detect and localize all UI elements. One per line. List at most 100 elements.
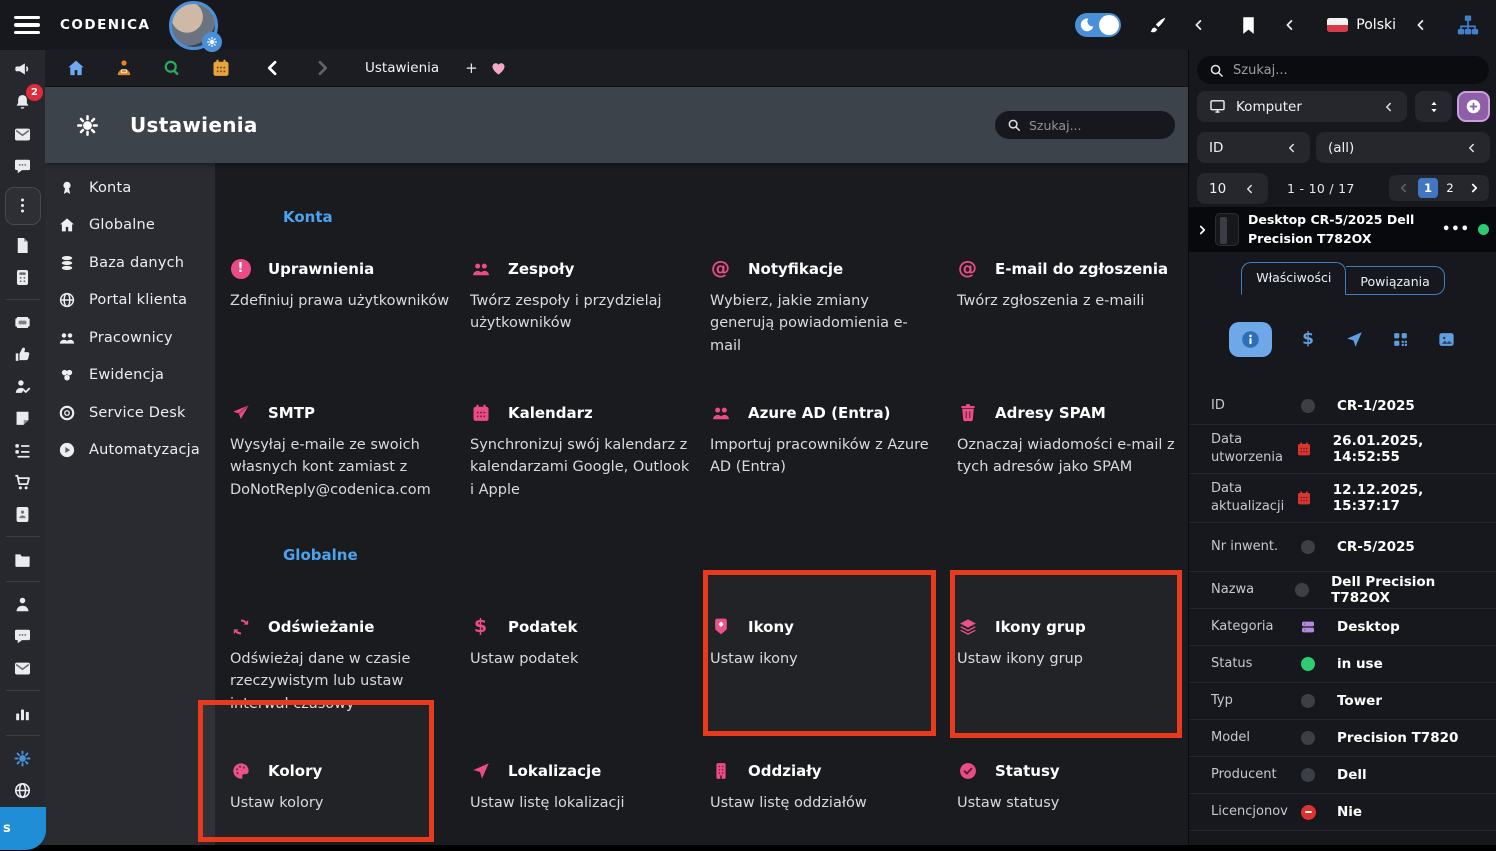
card-description: Importuj pracowników z Azure AD (Entra) bbox=[710, 434, 935, 479]
pagination-page-1[interactable]: 1 bbox=[1418, 178, 1438, 198]
settings-card-adresy-spam[interactable]: Adresy SPAMOznaczaj wiadomości e-mail z … bbox=[957, 402, 1182, 479]
web-icon[interactable] bbox=[0, 779, 45, 802]
forward-chevron-icon[interactable] bbox=[311, 57, 333, 79]
approvals-icon[interactable] bbox=[0, 343, 45, 366]
info-tab-button[interactable] bbox=[1229, 322, 1272, 357]
sidebar-item-globalne[interactable]: Globalne bbox=[45, 207, 215, 245]
settings-card-podatek[interactable]: $PodatekUstaw podatek bbox=[470, 616, 695, 670]
chat-icon[interactable] bbox=[0, 155, 45, 178]
favorite-heart-icon[interactable] bbox=[490, 60, 507, 77]
sidebar-item-konta[interactable]: Konta bbox=[45, 169, 215, 207]
settings-card-oddziały[interactable]: OddziałyUstaw listę oddziałów bbox=[710, 760, 935, 814]
home-icon[interactable] bbox=[65, 57, 87, 79]
property-value: Tower bbox=[1337, 693, 1382, 709]
property-row-data-utworzenia: Data utworzenia26.01.2025, 14:52:55 bbox=[1189, 425, 1496, 474]
settings-card-uprawnienia[interactable]: !UprawnieniaZdefiniuj prawa użytkowników bbox=[230, 258, 455, 312]
files-icon[interactable] bbox=[0, 548, 45, 571]
calendar-icon[interactable] bbox=[210, 57, 232, 79]
settings-card-smtp[interactable]: SMTPWysyłaj e-maile ze swoich własnych k… bbox=[230, 402, 455, 501]
chevron-left-icon[interactable] bbox=[1192, 18, 1206, 32]
search-icon[interactable] bbox=[161, 57, 183, 79]
messages-icon[interactable] bbox=[0, 625, 45, 648]
tasks-icon[interactable] bbox=[0, 439, 45, 462]
value-filter-select[interactable]: (all) bbox=[1316, 132, 1490, 163]
sidebar-item-baza-danych[interactable]: Baza danych bbox=[45, 244, 215, 282]
back-chevron-icon[interactable] bbox=[262, 57, 284, 79]
sidebar-item-label: Globalne bbox=[89, 217, 155, 233]
page-search[interactable] bbox=[995, 111, 1175, 139]
sidebar-item-service-desk[interactable]: Service Desk bbox=[45, 394, 215, 432]
chat-widget-button[interactable]: s bbox=[0, 807, 46, 850]
qr-tab-button[interactable] bbox=[1390, 330, 1410, 350]
dark-mode-toggle[interactable] bbox=[1075, 13, 1121, 37]
bookmark-icon[interactable] bbox=[1238, 15, 1259, 36]
add-tab-icon[interactable]: + bbox=[465, 59, 478, 77]
settings-card-zespoły[interactable]: ZespołyTwórz zespoły i przydzielaj użytk… bbox=[470, 258, 695, 335]
page-search-input[interactable] bbox=[1029, 118, 1163, 133]
language-label[interactable]: Polski bbox=[1356, 17, 1396, 33]
assignments-icon[interactable] bbox=[0, 375, 45, 398]
tab-powiazania[interactable]: Powiązania bbox=[1346, 266, 1444, 295]
pagination-page-2[interactable]: 2 bbox=[1440, 178, 1460, 198]
page-size-select[interactable]: 10 bbox=[1197, 173, 1268, 204]
panel-search-input[interactable] bbox=[1233, 63, 1477, 78]
sidebar-item-label: Ewidencja bbox=[89, 367, 164, 383]
tab-wlasciwosci[interactable]: Właściwości bbox=[1241, 262, 1346, 295]
chevron-left-icon[interactable] bbox=[1414, 18, 1428, 32]
worker-icon[interactable] bbox=[113, 57, 135, 79]
finance-tab-button[interactable]: $ bbox=[1298, 330, 1318, 350]
notes-icon[interactable] bbox=[0, 407, 45, 430]
pagination-prev-icon[interactable] bbox=[1392, 177, 1416, 199]
settings-card-lokalizacje[interactable]: LokalizacjeUstaw listę lokalizacji bbox=[470, 760, 695, 814]
chevron-left-icon[interactable] bbox=[1283, 18, 1297, 32]
sidebar-item-portal-klienta[interactable]: Portal klienta bbox=[45, 282, 215, 320]
sidebar-item-label: Automatyzacja bbox=[89, 442, 200, 458]
settings-card-kalendarz[interactable]: KalendarzSynchronizuj swój kalendarz z k… bbox=[470, 402, 695, 501]
pagination-next-icon[interactable] bbox=[1462, 177, 1486, 199]
breadcrumb[interactable]: Ustawienia bbox=[365, 60, 439, 76]
asset-list-item[interactable]: Desktop CR-5/2025 Dell Precision T782OX … bbox=[1189, 207, 1496, 252]
sidebar-item-pracownicy[interactable]: Pracownicy bbox=[45, 319, 215, 357]
settings-card-azure-ad-entra-[interactable]: Azure AD (Entra)Importuj pracowników z A… bbox=[710, 402, 935, 479]
image-tab-button[interactable] bbox=[1436, 330, 1456, 350]
dot-icon bbox=[1295, 731, 1321, 745]
hamburger-menu-icon[interactable] bbox=[14, 16, 40, 34]
tickets-icon[interactable] bbox=[0, 311, 45, 334]
email-icon[interactable] bbox=[0, 657, 45, 680]
type-filter-select[interactable]: Komputer bbox=[1197, 91, 1407, 122]
property-value: Nie bbox=[1337, 804, 1362, 820]
database-icon bbox=[58, 254, 76, 272]
settings-card-ikony-grup[interactable]: Ikony grupUstaw ikony grup bbox=[957, 616, 1182, 670]
more-actions-icon[interactable]: ••• bbox=[1442, 222, 1470, 237]
settings-card-ikony[interactable]: IkonyUstaw ikony bbox=[710, 616, 935, 670]
id-filter-select[interactable]: ID bbox=[1197, 132, 1310, 163]
sidebar-item-automatyzacja[interactable]: Automatyzacja bbox=[45, 432, 215, 470]
devices-icon[interactable] bbox=[0, 266, 45, 289]
users-icon bbox=[58, 329, 76, 347]
sidebar-item-ewidencja[interactable]: Ewidencja bbox=[45, 357, 215, 395]
users-icon[interactable] bbox=[0, 593, 45, 616]
settings-card-e-mail-do-zgłoszenia[interactable]: @E-mail do zgłoszeniaTwórz zgłoszenia z … bbox=[957, 258, 1182, 312]
expand-chevron-icon[interactable] bbox=[1196, 224, 1208, 236]
notifications-icon[interactable]: 2 bbox=[0, 91, 45, 114]
settings-card-notyfikacje[interactable]: @NotyfikacjeWybierz, jakie zmiany generu… bbox=[710, 258, 935, 357]
settings-icon[interactable] bbox=[0, 747, 45, 770]
reports-icon[interactable] bbox=[0, 702, 45, 725]
settings-card-statusy[interactable]: StatusyUstaw statusy bbox=[957, 760, 1182, 814]
settings-card-odświeżanie[interactable]: OdświeżanieOdświeżaj dane w czasie rzecz… bbox=[230, 616, 455, 715]
panel-search[interactable] bbox=[1197, 56, 1489, 84]
user-avatar[interactable] bbox=[169, 1, 218, 50]
location-tab-button[interactable] bbox=[1344, 330, 1364, 350]
orders-icon[interactable] bbox=[0, 471, 45, 494]
property-row-nr-inwent-: Nr inwent.CR-5/2025 bbox=[1189, 523, 1496, 572]
theme-brush-icon[interactable] bbox=[1147, 15, 1168, 36]
settings-card-kolory[interactable]: KoloryUstaw kolory bbox=[230, 760, 455, 814]
more-modules-icon[interactable] bbox=[0, 187, 45, 225]
contacts-icon[interactable] bbox=[0, 503, 45, 526]
documents-icon[interactable] bbox=[0, 234, 45, 257]
sort-button[interactable] bbox=[1415, 91, 1452, 122]
mail-icon[interactable] bbox=[0, 123, 45, 146]
sitemap-icon[interactable] bbox=[1456, 13, 1480, 37]
add-asset-button[interactable] bbox=[1457, 91, 1490, 122]
announcements-icon[interactable] bbox=[0, 59, 45, 82]
